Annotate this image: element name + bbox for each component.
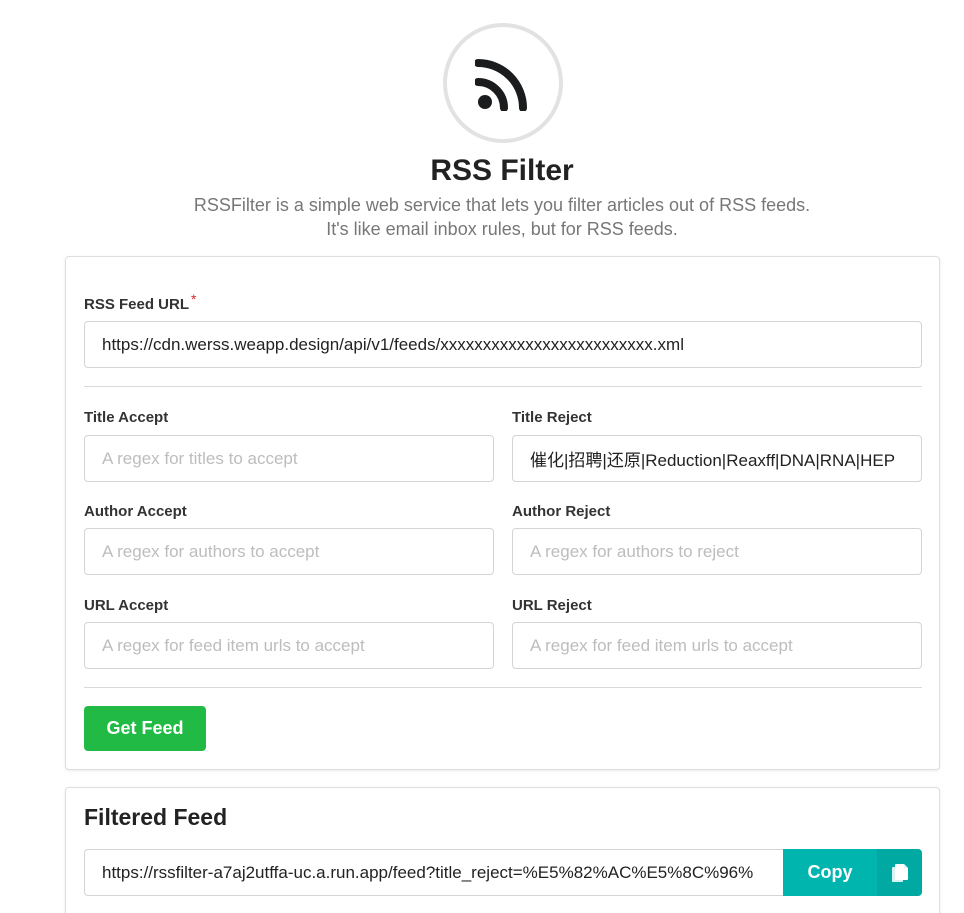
- url-accept-input[interactable]: [84, 622, 494, 669]
- feed-url-label: RSS Feed URL *: [84, 291, 196, 313]
- author-reject-label: Author Reject: [512, 503, 611, 520]
- page-subtitle: RSSFilter is a simple web service that l…: [0, 193, 964, 241]
- divider-bottom: [84, 687, 922, 688]
- url-reject-label: URL Reject: [512, 597, 592, 614]
- author-reject-input[interactable]: [512, 528, 922, 575]
- filtered-feed-url-input[interactable]: [84, 849, 784, 896]
- divider-top: [84, 386, 922, 387]
- filtered-feed-title: Filtered Feed: [84, 804, 228, 830]
- url-accept-label: URL Accept: [84, 597, 169, 614]
- filtered-feed-card: Filtered Feed Copy: [65, 787, 940, 913]
- copy-button-label: Copy: [807, 862, 853, 882]
- author-accept-input[interactable]: [84, 528, 494, 575]
- rss-logo: [443, 23, 563, 143]
- title-reject-input[interactable]: [512, 435, 922, 482]
- subtitle-line-1: RSSFilter is a simple web service that l…: [193, 195, 811, 215]
- page-title: RSS Filter: [430, 154, 574, 187]
- title-accept-input[interactable]: [84, 435, 494, 482]
- get-feed-button[interactable]: Get Feed: [84, 706, 206, 751]
- title-reject-label: Title Reject: [512, 409, 592, 426]
- copy-button[interactable]: Copy: [783, 849, 922, 896]
- required-marker: *: [191, 291, 197, 307]
- feed-url-input[interactable]: [84, 321, 922, 368]
- rss-icon: [475, 59, 527, 111]
- filter-form-card: RSS Feed URL* Title Accept Title Reject …: [65, 256, 940, 770]
- author-accept-label: Author Accept: [84, 503, 187, 520]
- feed-url-label-text: RSS Feed URL: [84, 296, 190, 313]
- subtitle-line-2: It's like email inbox rules, but for RSS…: [326, 219, 678, 239]
- title-accept-label: Title Accept: [84, 409, 169, 426]
- copy-icon: [877, 849, 922, 896]
- url-reject-input[interactable]: [512, 622, 922, 669]
